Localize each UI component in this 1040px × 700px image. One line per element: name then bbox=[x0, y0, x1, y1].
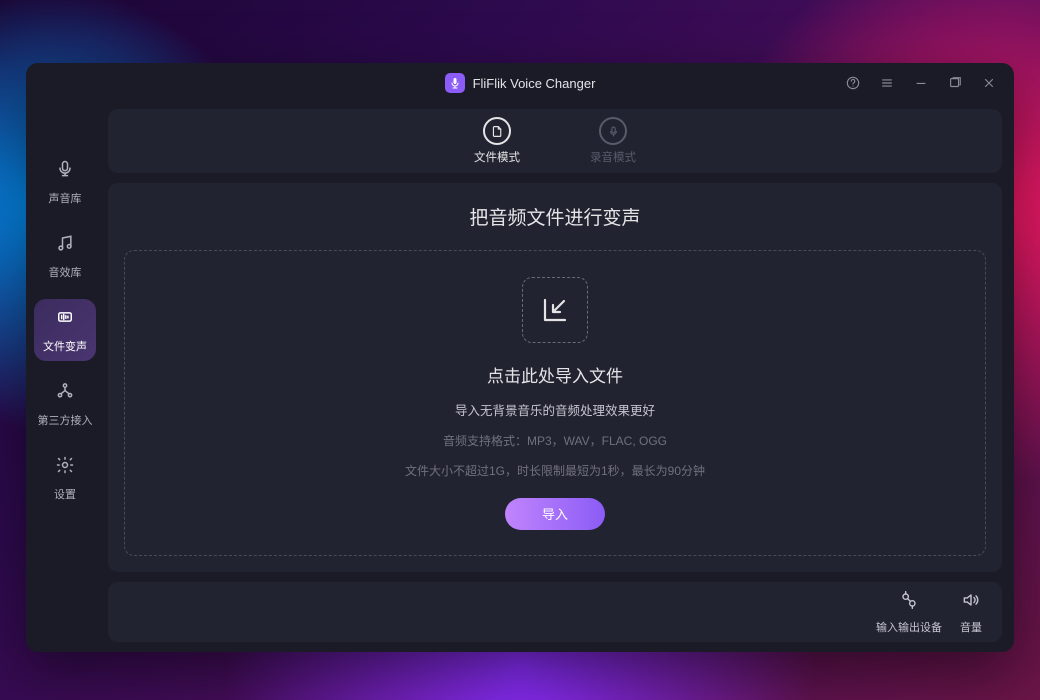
sidebar-item-label: 文件变声 bbox=[43, 338, 87, 354]
headset-icon bbox=[899, 590, 919, 615]
speaker-icon bbox=[961, 590, 981, 615]
dropzone-title: 点击此处导入文件 bbox=[487, 362, 623, 387]
body: 声音库 音效库 文件变声 第三方接入 设置 bbox=[26, 103, 1014, 652]
window-controls bbox=[836, 63, 1006, 103]
sidebar-item-label: 设置 bbox=[54, 486, 76, 502]
file-dropzone[interactable]: 点击此处导入文件 导入无背景音乐的音频处理效果更好 音频支持格式：MP3，WAV… bbox=[124, 250, 986, 556]
integration-icon bbox=[55, 381, 75, 406]
sidebar-item-label: 声音库 bbox=[49, 190, 82, 206]
sidebar-item-file-voice-change[interactable]: 文件变声 bbox=[34, 299, 96, 361]
io-devices-button[interactable]: 输入输出设备 bbox=[876, 590, 942, 635]
dropzone-subtitle: 导入无背景音乐的音频处理效果更好 bbox=[455, 400, 655, 419]
gear-icon bbox=[55, 455, 75, 480]
sidebar-item-label: 音效库 bbox=[49, 264, 82, 280]
titlebar: FliFlik Voice Changer bbox=[26, 63, 1014, 103]
help-button[interactable] bbox=[836, 67, 870, 99]
dropzone-size-hint: 文件大小不超过1G，时长限制最短为1秒，最长为90分钟 bbox=[405, 462, 705, 479]
app-title: FliFlik Voice Changer bbox=[473, 76, 596, 91]
music-note-icon bbox=[55, 233, 75, 258]
sidebar-item-third-party[interactable]: 第三方接入 bbox=[34, 373, 96, 435]
microphone-icon bbox=[599, 117, 627, 145]
sidebar-item-label: 第三方接入 bbox=[38, 412, 93, 428]
app-window: FliFlik Voice Changer 声音库 音效库 文件变声 bbox=[26, 63, 1014, 652]
mode-tabs: 文件模式 录音模式 bbox=[108, 109, 1002, 173]
io-devices-label: 输入输出设备 bbox=[876, 619, 942, 635]
sidebar-item-voice-library[interactable]: 声音库 bbox=[34, 151, 96, 213]
sidebar-item-sound-library[interactable]: 音效库 bbox=[34, 225, 96, 287]
import-button[interactable]: 导入 bbox=[505, 498, 605, 530]
sidebar: 声音库 音效库 文件变声 第三方接入 设置 bbox=[26, 103, 104, 652]
import-icon bbox=[522, 277, 588, 343]
footer-bar: 输入输出设备 音量 bbox=[108, 582, 1002, 642]
file-icon bbox=[483, 117, 511, 145]
sidebar-item-settings[interactable]: 设置 bbox=[34, 447, 96, 509]
content-panel: 把音频文件进行变声 点击此处导入文件 导入无背景音乐的音频处理效果更好 音频支持… bbox=[108, 183, 1002, 572]
close-button[interactable] bbox=[972, 67, 1006, 99]
tab-file-mode[interactable]: 文件模式 bbox=[474, 117, 520, 165]
tab-label: 录音模式 bbox=[590, 149, 636, 165]
maximize-button[interactable] bbox=[938, 67, 972, 99]
menu-button[interactable] bbox=[870, 67, 904, 99]
dropzone-format-hint: 音频支持格式：MP3，WAV，FLAC, OGG bbox=[443, 432, 667, 449]
file-audio-icon bbox=[55, 307, 75, 332]
volume-button[interactable]: 音量 bbox=[960, 590, 982, 635]
app-logo bbox=[445, 73, 465, 93]
main-area: 文件模式 录音模式 把音频文件进行变声 点击此处导入文件 导入无背景音乐的音频处… bbox=[104, 103, 1014, 652]
microphone-icon bbox=[55, 159, 75, 184]
title-group: FliFlik Voice Changer bbox=[445, 73, 596, 93]
minimize-button[interactable] bbox=[904, 67, 938, 99]
volume-label: 音量 bbox=[960, 619, 982, 635]
tab-record-mode[interactable]: 录音模式 bbox=[590, 117, 636, 165]
tab-label: 文件模式 bbox=[474, 149, 520, 165]
content-headline: 把音频文件进行变声 bbox=[124, 203, 986, 230]
